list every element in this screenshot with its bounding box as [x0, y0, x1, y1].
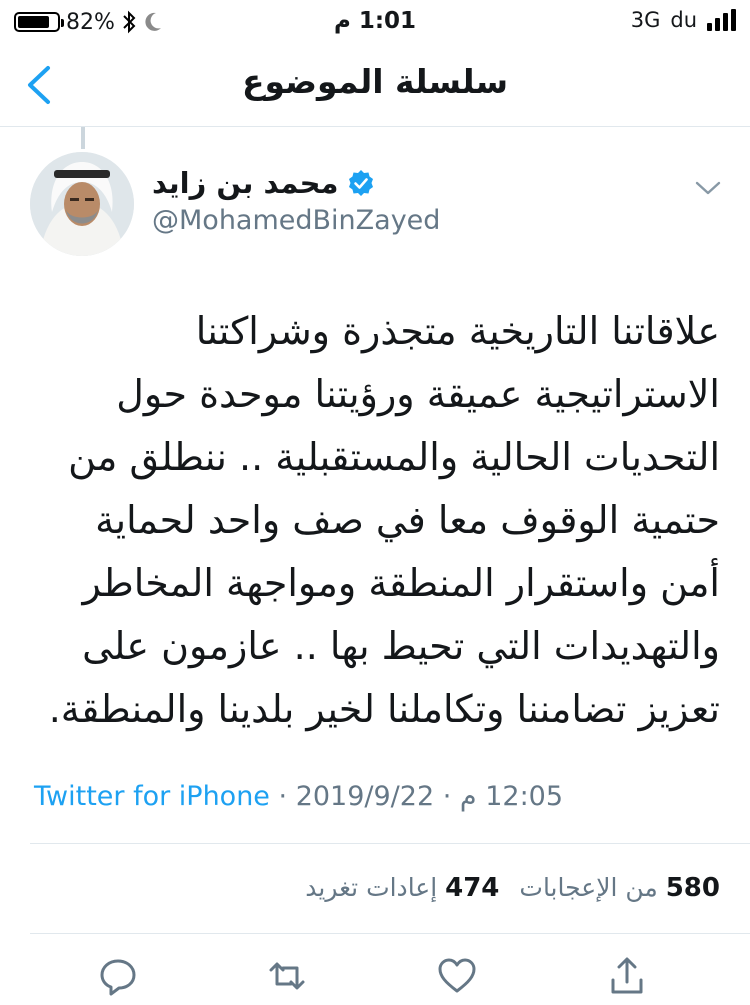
tweet-meta: Twitter for iPhone · 2019/9/22 · 12:05 م — [34, 781, 563, 812]
avatar-image — [30, 152, 134, 256]
heart-icon[interactable] — [437, 956, 477, 996]
network-type: 3G — [630, 8, 661, 32]
reply-icon[interactable] — [98, 956, 138, 996]
share-icon[interactable] — [607, 956, 647, 996]
author-name-row[interactable]: محمد بن زايد — [152, 166, 375, 200]
tweet-text: علاقاتنا التاريخية متجذرة وشراكتنا الاست… — [48, 309, 720, 731]
verified-badge-icon — [348, 170, 373, 196]
author-display-name[interactable]: محمد بن زايد — [152, 166, 339, 200]
status-bar: 82% 1:01 م 3G du — [0, 0, 750, 44]
divider — [30, 933, 750, 934]
likes-stat[interactable]: 580 من الإعجابات — [519, 873, 720, 903]
retweets-count: 474 — [445, 873, 500, 903]
signal-icon — [707, 9, 736, 31]
likes-count: 580 — [665, 873, 720, 903]
carrier-name: du — [670, 8, 697, 32]
thread-connector — [81, 127, 85, 149]
author-handle[interactable]: @MohamedBinZayed — [152, 205, 440, 236]
status-right: 3G du — [631, 8, 736, 32]
navigation-bar: سلسلة الموضوع — [0, 44, 750, 127]
divider — [30, 843, 750, 844]
page-title: سلسلة الموضوع — [241, 62, 509, 101]
tweet-source-link[interactable]: Twitter for iPhone — [34, 781, 270, 812]
tweet-stats: 580 من الإعجابات 474 إعادات تغريد — [305, 873, 720, 903]
meta-separator: · — [442, 781, 460, 812]
retweets-stat[interactable]: 474 إعادات تغريد — [305, 873, 499, 903]
retweets-label: إعادات تغريد — [305, 873, 438, 902]
meta-separator: · — [278, 781, 296, 812]
tweet-date: 2019/9/22 — [295, 781, 435, 812]
tweet-actions — [0, 950, 750, 1005]
chevron-down-icon[interactable] — [693, 178, 723, 198]
avatar[interactable] — [30, 152, 134, 256]
likes-label: من الإعجابات — [519, 873, 658, 902]
tweet-time: 12:05 م — [459, 781, 564, 812]
retweet-icon[interactable] — [267, 956, 307, 996]
